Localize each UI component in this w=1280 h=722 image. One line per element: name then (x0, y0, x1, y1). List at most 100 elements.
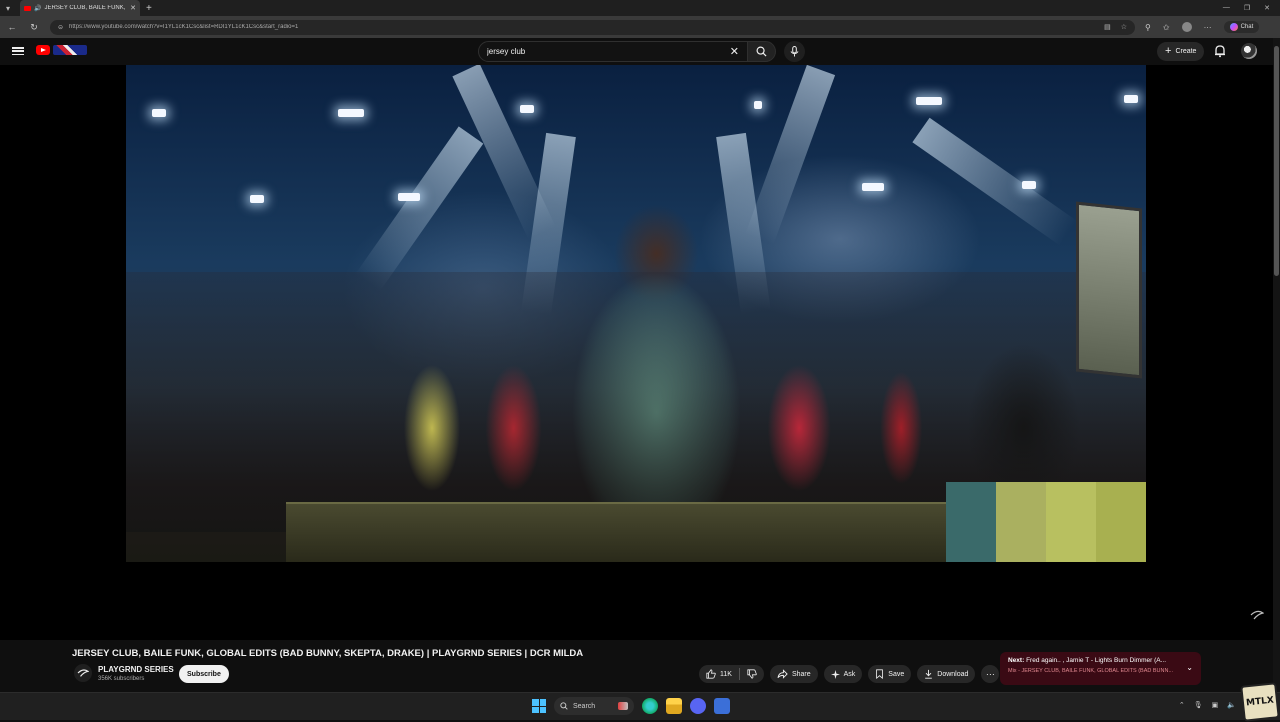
page-scrollbar[interactable] (1273, 38, 1280, 692)
like-button[interactable]: 11K (699, 665, 739, 683)
video-info: JERSEY CLUB, BAILE FUNK, GLOBAL EDITS (B… (0, 640, 1273, 692)
back-icon[interactable]: ← (6, 22, 18, 32)
browser-toolbar: ← ↻ ⊝ https://www.youtube.com/watch?v=I1… (0, 16, 1280, 38)
minimize-icon[interactable]: — (1223, 4, 1230, 12)
site-info-icon[interactable]: ⊝ (58, 24, 63, 31)
chevron-down-icon[interactable]: ⌄ (1186, 663, 1193, 672)
more-menu-icon[interactable]: ··· (1204, 23, 1212, 32)
stage-light-beam (745, 65, 836, 245)
url-text: https://www.youtube.com/watch?v=I1YL1cK1… (69, 24, 299, 30)
doodle-flag-icon (53, 45, 87, 55)
search-icon (756, 46, 767, 57)
plus-icon: + (1165, 45, 1172, 57)
dislike-button[interactable] (740, 665, 764, 683)
more-actions-button[interactable]: ··· (981, 665, 1000, 683)
sparkle-icon (830, 669, 840, 679)
share-icon (777, 669, 788, 679)
share-button[interactable]: Share (769, 665, 818, 683)
up-next-title-line: Next: Fred again.. , Jamie T - Lights Bu… (1008, 657, 1178, 664)
notifications-bell-icon[interactable] (1213, 44, 1227, 58)
restore-icon[interactable]: ❐ (1244, 4, 1250, 12)
video-frame[interactable] (126, 65, 1146, 562)
tab-title: JERSEY CLUB, BAILE FUNK, G (44, 5, 128, 11)
browser-tab-active[interactable]: 🔊 JERSEY CLUB, BAILE FUNK, G ✕ (20, 0, 140, 16)
stage-light (520, 105, 534, 113)
search-highlight-icon (618, 702, 628, 710)
channel-avatar[interactable] (74, 664, 92, 682)
save-to-playlist-icon (876, 669, 884, 679)
download-icon (925, 669, 933, 679)
save-label: Save (888, 670, 905, 678)
new-tab-icon[interactable]: + (146, 3, 152, 14)
channel-name[interactable]: PLAYGRND SERIES (98, 665, 174, 674)
youtube-play-icon (36, 45, 50, 55)
like-count: 11K (720, 670, 732, 678)
favorites-icon[interactable]: ✩ (1163, 23, 1170, 32)
overlay-logo: MTLX (1240, 682, 1280, 722)
address-bar[interactable]: ⊝ https://www.youtube.com/watch?v=I1YL1c… (50, 19, 1135, 35)
download-button[interactable]: Download (917, 665, 976, 683)
microphone-tray-icon[interactable]: 🎙 (1194, 701, 1203, 709)
reload-icon[interactable]: ↻ (28, 22, 40, 33)
dj-laptop (1076, 201, 1142, 379)
edge-browser-icon[interactable] (642, 698, 658, 714)
create-button[interactable]: + Create (1157, 42, 1205, 61)
search-box: ✕ (478, 41, 748, 62)
account-avatar[interactable] (1241, 43, 1257, 59)
voice-search-button[interactable] (784, 41, 805, 62)
clear-search-icon[interactable]: ✕ (730, 45, 739, 58)
tab-actions-icon[interactable]: ▾ (0, 0, 16, 16)
copilot-chat-button[interactable]: Chat (1223, 21, 1260, 33)
menu-icon[interactable] (12, 45, 24, 57)
chat-label: Chat (1240, 24, 1254, 30)
youtube-logo[interactable] (36, 45, 87, 55)
save-button[interactable]: Save (868, 665, 912, 683)
pinned-app-icon[interactable] (714, 698, 730, 714)
network-icon[interactable]: ▣ (1212, 701, 1219, 709)
stage-light (250, 195, 264, 203)
search-button[interactable] (748, 41, 776, 62)
drink-cans (946, 482, 1146, 562)
stage-light-beam (912, 117, 1078, 246)
ask-button[interactable]: Ask (823, 665, 863, 683)
browser-tabbar: ▾ 🔊 JERSEY CLUB, BAILE FUNK, G ✕ + — ❐ ✕ (0, 0, 1280, 16)
stage-light (1022, 181, 1036, 189)
stage-light-beam (355, 126, 484, 292)
download-label: Download (937, 670, 969, 678)
windows-taskbar: Search ⌃ 🎙 ▣ 🔈 (0, 692, 1280, 720)
youtube-favicon-icon (24, 5, 31, 11)
taskbar-search-label: Search (573, 702, 596, 710)
audio-playing-icon[interactable]: 🔊 (34, 5, 41, 12)
playgrnd-logo-icon (77, 669, 89, 677)
extensions-icon[interactable]: ⚲ (1145, 23, 1151, 32)
reader-view-icon[interactable]: ▤ (1104, 23, 1111, 31)
create-label: Create (1175, 48, 1197, 55)
stage-light (754, 101, 762, 109)
windows-start-icon[interactable] (532, 699, 546, 713)
file-explorer-icon[interactable] (666, 698, 682, 714)
ask-label: Ask (843, 670, 856, 678)
channel-watermark-icon[interactable] (1250, 609, 1264, 621)
stage-light (152, 109, 166, 117)
discord-icon[interactable] (690, 698, 706, 714)
stage-light (916, 97, 942, 105)
taskbar-search[interactable]: Search (554, 697, 634, 715)
volume-icon[interactable]: 🔈 (1227, 701, 1236, 709)
window-controls: — ❐ ✕ (1223, 4, 1280, 12)
subscriber-count: 356K subscribers (98, 676, 145, 682)
profile-avatar[interactable] (1181, 22, 1192, 32)
search-icon (560, 702, 568, 710)
up-next-prefix: Next: (1008, 657, 1025, 664)
subscribe-button[interactable]: Subscribe (179, 665, 229, 683)
up-next-card[interactable]: Next: Fred again.. , Jamie T - Lights Bu… (1000, 652, 1201, 685)
search-input[interactable] (487, 47, 730, 56)
video-title: JERSEY CLUB, BAILE FUNK, GLOBAL EDITS (B… (72, 648, 584, 659)
video-player[interactable] (0, 65, 1273, 640)
tray-chevron-icon[interactable]: ⌃ (1179, 701, 1185, 709)
close-window-icon[interactable]: ✕ (1264, 4, 1270, 12)
share-label: Share (791, 670, 811, 678)
close-tab-icon[interactable]: ✕ (130, 4, 136, 12)
scrollbar-thumb[interactable] (1274, 46, 1279, 276)
copilot-icon (1229, 23, 1238, 31)
favorite-star-icon[interactable]: ☆ (1121, 23, 1127, 31)
